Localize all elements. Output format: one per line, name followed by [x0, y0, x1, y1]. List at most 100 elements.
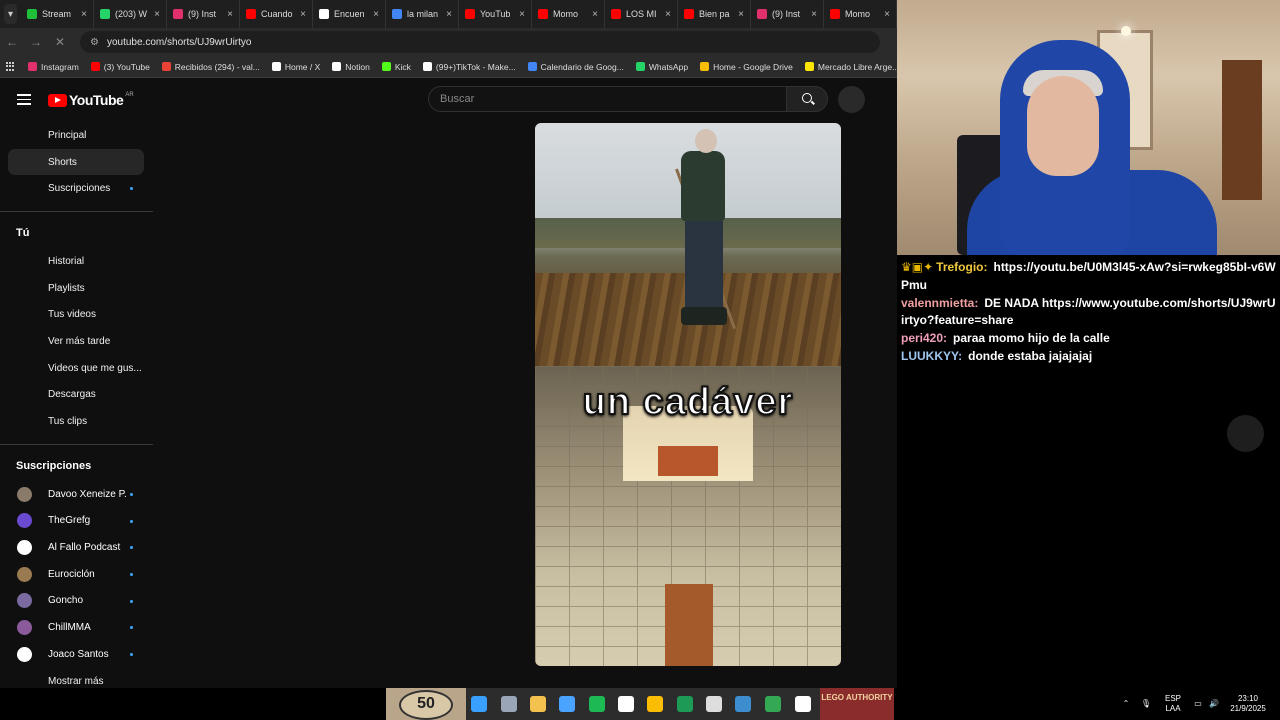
tray-overflow-icon[interactable]: ⌃	[1118, 688, 1134, 720]
youtube-logo[interactable]: YouTube AR	[48, 92, 134, 108]
floating-chat-button[interactable]	[1227, 415, 1264, 452]
search-input[interactable]: Buscar	[428, 86, 786, 112]
file-explorer-icon[interactable]	[530, 696, 546, 712]
steam-client-icon[interactable]	[735, 696, 751, 712]
tiktok-icon[interactable]	[795, 696, 811, 712]
sidebar-item[interactable]: Descargas	[0, 382, 153, 409]
bookmark-item[interactable]: Home - Google Drive	[700, 62, 793, 72]
new-content-dot	[130, 187, 133, 191]
tab-close-icon[interactable]: ×	[446, 9, 452, 20]
browser-tab[interactable]: Encuen ×	[313, 0, 386, 28]
browser-tab[interactable]: Cuando ×	[240, 0, 313, 28]
stop-loading-icon[interactable]: ✕	[48, 35, 72, 49]
tab-close-icon[interactable]: ×	[884, 9, 890, 20]
tab-close-icon[interactable]: ×	[227, 9, 233, 20]
subscription-item[interactable]: Joaco Santos	[0, 641, 153, 668]
sidebar-item[interactable]: Principal	[0, 122, 153, 149]
bookmark-item[interactable]: Instagram	[28, 62, 79, 72]
bookmark-item[interactable]: Recibidos (294) - val...	[161, 62, 260, 72]
subscription-item[interactable]: TheGrefg	[0, 508, 153, 535]
excel-icon[interactable]	[677, 696, 693, 712]
chat-username[interactable]: Trefogio:	[936, 260, 987, 274]
tab-favicon-icon	[830, 9, 840, 19]
sidebar-item[interactable]: Tus clips	[0, 408, 153, 435]
tab-close-icon[interactable]: ×	[665, 9, 671, 20]
hamburger-menu-icon[interactable]	[17, 94, 31, 105]
tab-label: LOS MI	[626, 9, 657, 19]
browser-tab[interactable]: la milan ×	[386, 0, 459, 28]
windows-taskbar: 50 LEGO AUTHORITY ⌃ 🎙 ESP LAA ▭ 🔊 23:10 …	[0, 688, 1280, 720]
subscription-item[interactable]: Al Fallo Podcast	[0, 534, 153, 561]
farmer-figure	[667, 129, 737, 334]
bookmark-item[interactable]: WhatsApp	[635, 62, 688, 72]
sidebar-item[interactable]: Historial	[0, 248, 153, 275]
tab-close-icon[interactable]: ×	[592, 9, 598, 20]
steam-icon[interactable]	[501, 696, 517, 712]
chat-username[interactable]: valennmietta:	[901, 296, 978, 310]
microphone-icon[interactable]: 🎙	[1138, 688, 1154, 720]
bookmark-favicon-icon	[804, 62, 814, 71]
notepad-icon[interactable]	[618, 696, 634, 712]
windows-start-icon[interactable]	[471, 696, 487, 712]
tab-close-icon[interactable]: ×	[300, 9, 306, 20]
subscription-item[interactable]: ChillMMA	[0, 614, 153, 641]
sidebar-item[interactable]: Shorts	[8, 148, 144, 176]
sidebar-item[interactable]: Videos que me gus...	[0, 355, 153, 382]
tab-close-icon[interactable]: ×	[373, 9, 379, 20]
browser-tab[interactable]: YouTub ×	[459, 0, 532, 28]
chrome-profile-icon[interactable]	[765, 696, 781, 712]
browser-tab[interactable]: (203) W ×	[94, 0, 167, 28]
sidebar-item[interactable]: Playlists	[0, 275, 153, 302]
bookmark-item[interactable]: Mercado Libre Arge...	[804, 62, 899, 72]
subscriptions-heading[interactable]: Suscripciones	[0, 451, 153, 481]
chrome-icon[interactable]	[647, 696, 663, 712]
chat-username[interactable]: peri420:	[901, 331, 947, 345]
tab-close-icon[interactable]: ×	[519, 9, 525, 20]
you-heading[interactable]: Tú	[0, 218, 153, 248]
tab-close-icon[interactable]: ×	[154, 9, 160, 20]
browser-tab[interactable]: (9) Inst ×	[751, 0, 824, 28]
bookmark-item[interactable]: Calendario de Goog...	[527, 62, 624, 72]
site-info-icon[interactable]: ⚙	[90, 37, 99, 48]
bookmark-item[interactable]: Kick	[381, 62, 411, 72]
search-button[interactable]	[786, 86, 828, 112]
spotify-icon[interactable]	[589, 696, 605, 712]
browser-tab[interactable]: (9) Inst ×	[167, 0, 240, 28]
apps-grid-icon[interactable]	[6, 61, 14, 72]
network-icon[interactable]: ▭	[1190, 688, 1206, 720]
short-video-player[interactable]: un cadáver	[535, 123, 841, 666]
tab-favicon-icon	[100, 9, 110, 19]
back-icon[interactable]: ←	[0, 35, 24, 49]
browser-tab[interactable]: LOS MI ×	[605, 0, 678, 28]
browser-tab[interactable]: Stream ×	[21, 0, 94, 28]
sidebar-item[interactable]: Tus videos	[0, 301, 153, 328]
volume-icon[interactable]: 🔊	[1206, 688, 1222, 720]
tab-close-icon[interactable]: ×	[811, 9, 817, 20]
browser-tab[interactable]: Bien pa ×	[678, 0, 751, 28]
epic-games-icon[interactable]	[706, 696, 722, 712]
chat-username[interactable]: LUUKKYY:	[901, 349, 962, 363]
sidebar-item[interactable]: Ver más tarde	[0, 328, 153, 355]
store-icon[interactable]	[559, 696, 575, 712]
tab-search-button[interactable]: ▾	[4, 4, 17, 24]
subscription-item[interactable]: Eurociclón	[0, 561, 153, 588]
subscription-item[interactable]: Davoo Xeneize P...	[0, 481, 153, 508]
sidebar-item-label: Videos que me gus...	[48, 362, 142, 374]
tab-close-icon[interactable]: ×	[81, 9, 87, 20]
sidebar-item[interactable]: Suscripciones	[0, 175, 153, 202]
tab-favicon-icon	[611, 9, 621, 19]
browser-tab[interactable]: Momo ×	[824, 0, 897, 28]
subscription-item[interactable]: Goncho	[0, 588, 153, 615]
tab-close-icon[interactable]: ×	[738, 9, 744, 20]
browser-tab[interactable]: Momo ×	[532, 0, 605, 28]
chat-text: paraa momo hijo de la calle	[953, 331, 1110, 346]
forward-icon[interactable]: →	[24, 35, 48, 49]
account-avatar[interactable]	[838, 86, 865, 113]
bookmark-item[interactable]: (3) YouTube	[90, 62, 150, 72]
language-indicator[interactable]: ESP LAA	[1160, 688, 1186, 720]
bookmark-item[interactable]: (99+)TikTok - Make...	[422, 62, 516, 72]
bookmark-item[interactable]: Home / X	[271, 62, 320, 72]
bookmark-item[interactable]: Notion	[332, 62, 370, 72]
clock[interactable]: 23:10 21/9/2025	[1226, 688, 1270, 720]
url-field[interactable]: ⚙ youtube.com/shorts/UJ9wrUirtyo	[80, 31, 880, 53]
